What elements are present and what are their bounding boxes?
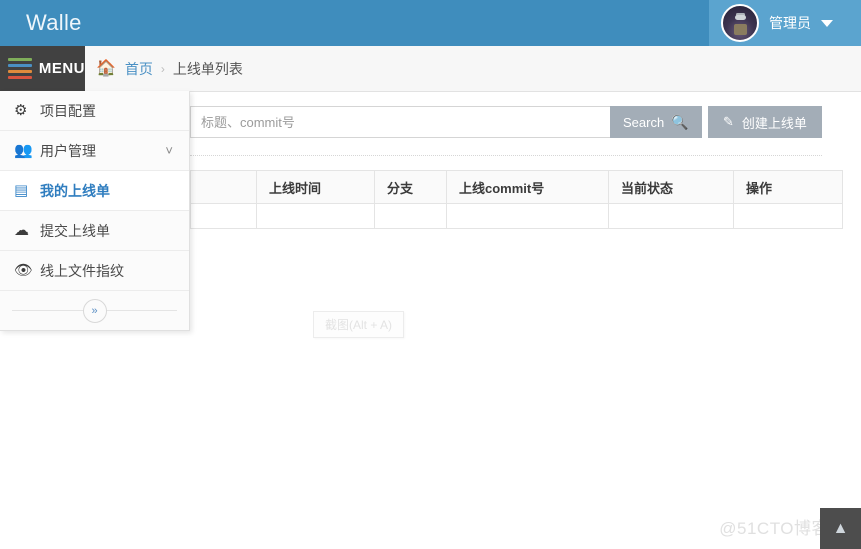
menu-toggle-label: MENU bbox=[38, 60, 85, 77]
sidebar-menu: ⚙ 项目配置 👥 用户管理 ˅ ▤ 我的上线单 ☁ 提交上线单 👁 线上文件指纹… bbox=[0, 91, 190, 331]
chevron-down-icon[interactable]: ˅ bbox=[165, 143, 173, 158]
sidebar-item-label: 我的上线单 bbox=[40, 182, 110, 199]
table-column-header[interactable]: 分支 bbox=[374, 170, 447, 204]
search-field-wrapper bbox=[190, 106, 610, 138]
users-icon: 👥 bbox=[14, 142, 33, 159]
table-column-header[interactable]: 操作 bbox=[733, 170, 843, 204]
sidebar-item-project-config[interactable]: ⚙ 项目配置 bbox=[0, 91, 189, 131]
table-cell bbox=[608, 203, 734, 229]
toolbar-divider bbox=[190, 155, 822, 156]
table-column-header[interactable] bbox=[190, 170, 257, 204]
cogs-icon: ⚙ bbox=[14, 102, 28, 119]
search-toolbar: Search 🔍 ✎ 创建上线单 bbox=[190, 106, 822, 140]
avatar bbox=[721, 4, 759, 42]
chevron-double-right-icon[interactable]: » bbox=[82, 298, 107, 323]
table-empty-row bbox=[190, 203, 843, 229]
sidebar-item-file-fingerprint[interactable]: 👁 线上文件指纹 bbox=[0, 251, 189, 291]
table-column-header[interactable]: 当前状态 bbox=[608, 170, 734, 204]
user-menu[interactable]: 管理员 bbox=[709, 0, 861, 46]
list-alt-icon: ▤ bbox=[14, 182, 29, 199]
hamburger-icon bbox=[8, 55, 32, 82]
create-order-button-label: 创建上线单 bbox=[741, 115, 807, 131]
sub-header-bar: MENU 🏠 首页 › 上线单列表 bbox=[0, 46, 861, 92]
sidebar-item-user-management[interactable]: 👥 用户管理 ˅ bbox=[0, 131, 189, 171]
breadcrumb-separator: › bbox=[160, 61, 165, 76]
sidebar-item-label: 线上文件指纹 bbox=[40, 262, 124, 279]
chevron-up-icon: ▲ bbox=[832, 519, 849, 537]
caret-down-icon[interactable] bbox=[821, 19, 833, 27]
top-header-bar: Walle 管理员 bbox=[0, 0, 861, 46]
sidebar-item-label: 项目配置 bbox=[40, 102, 96, 119]
search-input[interactable] bbox=[190, 106, 610, 138]
create-order-button[interactable]: ✎ 创建上线单 bbox=[708, 106, 822, 138]
sidebar-item-my-orders[interactable]: ▤ 我的上线单 bbox=[0, 171, 189, 211]
breadcrumb-item-current: 上线单列表 bbox=[172, 60, 243, 77]
pencil-icon: ✎ bbox=[723, 114, 734, 129]
table-cell bbox=[446, 203, 609, 229]
user-name: 管理员 bbox=[769, 15, 811, 31]
menu-toggle-button[interactable]: MENU bbox=[0, 46, 85, 91]
eye-icon: 👁 bbox=[14, 262, 34, 279]
breadcrumb-item-home[interactable]: 首页 bbox=[125, 59, 153, 79]
back-to-top-button[interactable]: ▲ bbox=[820, 508, 861, 549]
sidebar-item-submit-order[interactable]: ☁ 提交上线单 bbox=[0, 211, 189, 251]
sidebar-collapse-row: » bbox=[0, 291, 189, 330]
table-header-row: 上线时间 分支 上线commit号 当前状态 操作 bbox=[190, 170, 843, 204]
brand-title: Walle bbox=[26, 10, 82, 35]
table-cell bbox=[733, 203, 843, 229]
search-button-label: Search bbox=[623, 114, 665, 130]
breadcrumb: 🏠 首页 › 上线单列表 bbox=[96, 46, 243, 91]
table-body bbox=[190, 203, 843, 229]
table-cell bbox=[256, 203, 375, 229]
sidebar-item-label: 用户管理 bbox=[40, 142, 96, 159]
table-column-header[interactable]: 上线时间 bbox=[256, 170, 375, 204]
watermark: @51CTO博客 bbox=[719, 519, 829, 538]
table-cell bbox=[190, 203, 257, 229]
screenshot-hint-tooltip: 截图(Alt + A) bbox=[313, 311, 405, 338]
cloud-upload-icon: ☁ bbox=[14, 222, 29, 239]
search-button[interactable]: Search 🔍 bbox=[610, 106, 702, 138]
table-column-header[interactable]: 上线commit号 bbox=[446, 170, 609, 204]
magnifier-icon: 🔍 bbox=[671, 113, 689, 130]
table-cell bbox=[374, 203, 447, 229]
release-orders-table: 上线时间 分支 上线commit号 当前状态 操作 bbox=[190, 170, 843, 229]
home-icon[interactable]: 🏠 bbox=[96, 60, 116, 77]
sidebar-item-label: 提交上线单 bbox=[40, 222, 110, 239]
